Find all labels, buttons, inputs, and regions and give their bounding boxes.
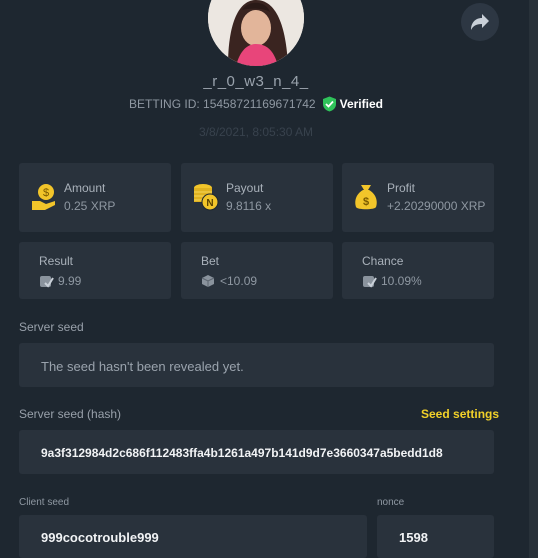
svg-text:$: $ [43, 187, 49, 199]
chance-label: Chance [362, 254, 404, 268]
profit-label: Profit [387, 181, 416, 195]
betting-id-row: BETTING ID: 15458721169671742 Verified [0, 96, 512, 112]
svg-text:$: $ [363, 196, 369, 208]
result-card: Result 9.99 [19, 242, 171, 299]
avatar [208, 0, 304, 66]
money-bag-icon: $ [355, 185, 377, 210]
client-seed-label: Client seed [19, 497, 70, 508]
verified-badge: Verified [322, 96, 383, 112]
scrollbar-track[interactable] [529, 0, 538, 558]
server-seed-hash-field[interactable]: 9a3f312984d2c686f112483ffa4b1261a497b141… [19, 430, 494, 474]
share-icon [471, 14, 489, 30]
seed-settings-link[interactable]: Seed settings [421, 407, 499, 421]
nonce-field[interactable]: 1598 [377, 515, 494, 558]
payout-value: 9.8116 x [226, 199, 272, 213]
dice-check-icon [363, 276, 377, 288]
amount-card: $ Amount 0.25 XRP [19, 163, 171, 232]
coin-stack-icon: N [194, 184, 219, 211]
betting-id: BETTING ID: 15458721169671742 [129, 97, 316, 111]
bet-timestamp: 3/8/2021, 8:05:30 AM [198, 125, 314, 139]
dice-check-icon [40, 276, 54, 288]
amount-label: Amount [64, 181, 106, 195]
server-seed-hash-label: Server seed (hash) [19, 407, 122, 421]
dice-icon [201, 275, 215, 287]
money-hand-icon: $ [32, 184, 55, 210]
result-value: 9.99 [58, 274, 82, 288]
server-seed-field[interactable]: The seed hasn't been revealed yet. [19, 343, 494, 387]
nonce-label: nonce [377, 497, 405, 508]
amount-value: 0.25 XRP [64, 199, 116, 213]
server-seed-hash-value: 9a3f312984d2c686f112483ffa4b1261a497b141… [41, 446, 443, 460]
server-seed-value: The seed hasn't been revealed yet. [41, 359, 244, 374]
bet-label: Bet [201, 254, 220, 268]
verified-shield-icon [322, 96, 336, 112]
profit-value: +2.20290000 XRP [387, 199, 486, 213]
chance-value: 10.09% [381, 274, 422, 288]
svg-text:N: N [206, 198, 213, 209]
server-seed-label: Server seed [19, 320, 84, 334]
payout-card: N Payout 9.8116 x [181, 163, 333, 232]
nonce-value: 1598 [399, 530, 428, 545]
client-seed-value: 999cocotrouble999 [41, 530, 159, 545]
profit-card: $ Profit +2.20290000 XRP [342, 163, 494, 232]
username: _r_0_w3_n_4_ [203, 73, 309, 90]
bet-value: <10.09 [220, 274, 258, 288]
bet-card: Bet <10.09 [181, 242, 333, 299]
result-label: Result [39, 254, 74, 268]
share-button[interactable] [461, 3, 499, 41]
verified-label: Verified [339, 97, 383, 111]
client-seed-field[interactable]: 999cocotrouble999 [19, 515, 367, 558]
chance-card: Chance 10.09% [342, 242, 494, 299]
payout-label: Payout [226, 181, 264, 195]
